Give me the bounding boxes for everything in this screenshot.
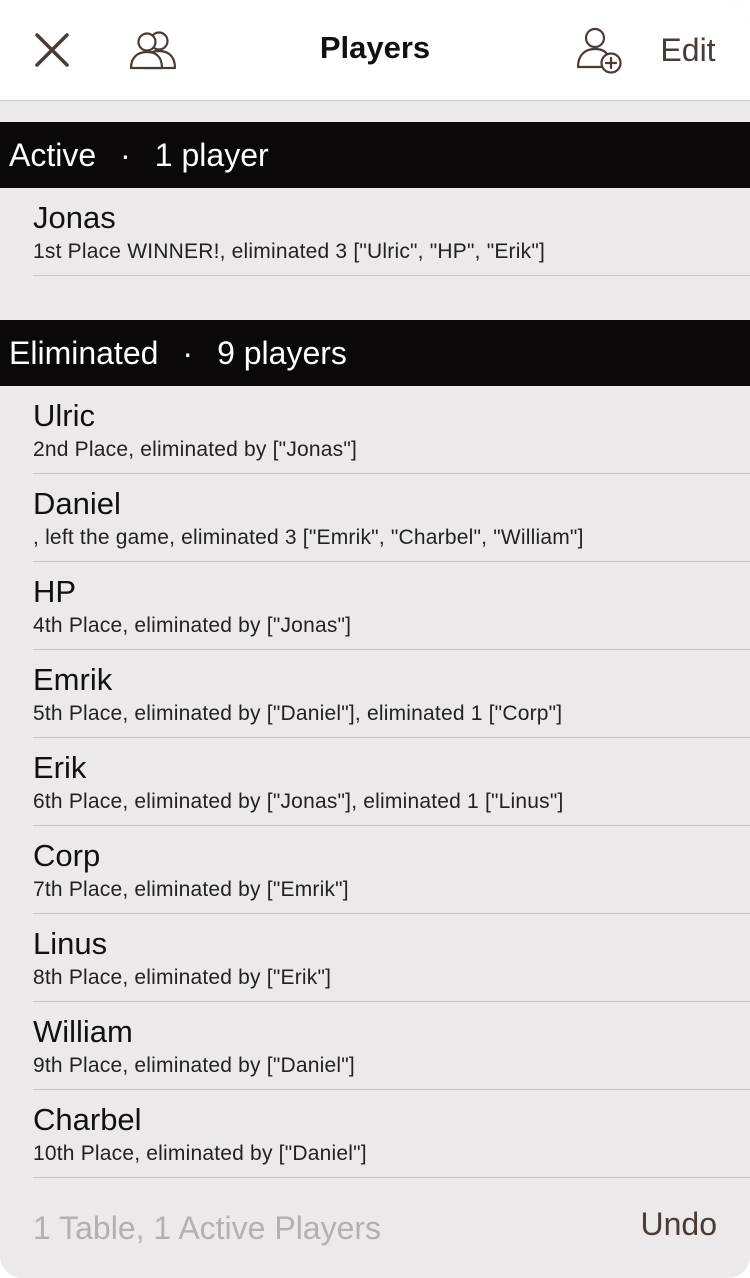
add-person-icon — [576, 27, 622, 74]
player-name: HP — [33, 574, 77, 609]
players-sheet: Players Edit Active · 1 player Jonas 1st… — [0, 0, 750, 1278]
player-name: Ulric — [33, 398, 95, 433]
section-title: Active — [9, 136, 97, 173]
section-separator: · — [120, 136, 131, 173]
player-detail: , left the game, eliminated 3 ["Emrik", … — [33, 526, 584, 549]
player-row-jonas[interactable]: Jonas 1st Place WINNER!, eliminated 3 ["… — [33, 188, 750, 276]
active-section-header: Active · 1 player — [0, 122, 750, 188]
player-detail: 2nd Place, eliminated by ["Jonas"] — [33, 438, 358, 461]
section-count: 9 players — [217, 334, 347, 371]
section-title: Eliminated — [9, 334, 159, 371]
player-row-erik[interactable]: Erik 6th Place, eliminated by ["Jonas"],… — [33, 738, 750, 826]
player-detail: 10th Place, eliminated by ["Daniel"] — [33, 1142, 367, 1165]
player-name: Jonas — [33, 200, 116, 235]
player-row-daniel[interactable]: Daniel , left the game, eliminated 3 ["E… — [33, 474, 750, 562]
player-name: Charbel — [33, 1102, 142, 1137]
section-count: 1 player — [154, 136, 269, 173]
section-separator: · — [182, 334, 194, 371]
player-name: Daniel — [33, 486, 121, 521]
eliminated-player-list: Ulric 2nd Place, eliminated by ["Jonas"]… — [0, 386, 750, 1178]
player-row-hp[interactable]: HP 4th Place, eliminated by ["Jonas"] — [33, 562, 750, 650]
player-detail: 6th Place, eliminated by ["Jonas"], elim… — [33, 790, 564, 813]
close-button[interactable] — [22, 20, 82, 80]
player-name: Emrik — [33, 662, 113, 697]
player-name: Corp — [33, 838, 101, 873]
player-name: William — [33, 1014, 133, 1049]
edit-button[interactable]: Edit — [648, 24, 728, 76]
player-row-william[interactable]: William 9th Place, eliminated by ["Danie… — [33, 1002, 750, 1090]
player-row-emrik[interactable]: Emrik 5th Place, eliminated by ["Daniel"… — [33, 650, 750, 738]
close-icon — [35, 33, 69, 67]
player-row-charbel[interactable]: Charbel 10th Place, eliminated by ["Dani… — [33, 1090, 750, 1178]
group-icon — [129, 31, 177, 70]
player-detail: 9th Place, eliminated by ["Daniel"] — [33, 1054, 355, 1077]
player-detail: 5th Place, eliminated by ["Daniel"], eli… — [33, 702, 563, 725]
navigation-bar: Players Edit — [0, 0, 750, 101]
undo-button[interactable]: Undo — [641, 1206, 718, 1243]
player-row-linus[interactable]: Linus 8th Place, eliminated by ["Erik"] — [33, 914, 750, 1002]
player-detail: 8th Place, eliminated by ["Erik"] — [33, 966, 332, 989]
page-title: Players — [319, 30, 431, 65]
player-row-corp[interactable]: Corp 7th Place, eliminated by ["Emrik"] — [33, 826, 750, 914]
player-detail: 1st Place WINNER!, eliminated 3 ["Ulric"… — [33, 240, 546, 263]
active-player-list: Jonas 1st Place WINNER!, eliminated 3 ["… — [0, 188, 750, 276]
player-detail: 7th Place, eliminated by ["Emrik"] — [33, 878, 349, 901]
player-detail: 4th Place, eliminated by ["Jonas"] — [33, 614, 352, 637]
eliminated-section-header: Eliminated · 9 players — [0, 320, 750, 386]
player-row-ulric[interactable]: Ulric 2nd Place, eliminated by ["Jonas"] — [33, 386, 750, 474]
table-status-text: 1 Table, 1 Active Players — [33, 1210, 382, 1246]
player-name: Erik — [33, 750, 87, 785]
group-button[interactable] — [122, 20, 186, 80]
add-player-button[interactable] — [568, 18, 632, 82]
player-name: Linus — [33, 926, 108, 961]
